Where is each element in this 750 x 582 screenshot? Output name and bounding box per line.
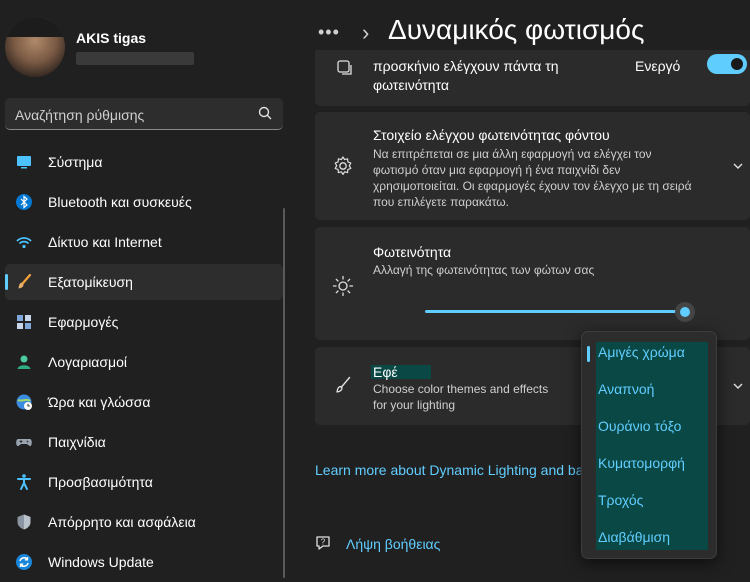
sidebar-item-label: Bluetooth και συσκευές: [48, 194, 192, 210]
more-breadcrumb[interactable]: •••: [318, 22, 340, 43]
dropdown-highlight: [596, 342, 708, 550]
layers-icon: [337, 60, 352, 75]
brightness-desc: Αλλαγή της φωτεινότητας των φώτων σας: [373, 263, 595, 277]
sidebar-item-label: Παιχνίδια: [48, 434, 106, 450]
help-icon: ?: [316, 536, 330, 550]
background-control-desc-1: Να επιτρέπεται σε μια άλλη εφαρμογή να ε…: [373, 147, 652, 161]
brightness-slider[interactable]: [425, 302, 695, 322]
sidebar-item-9[interactable]: Προσβασιμότητα: [5, 464, 283, 500]
brush-icon: [18, 273, 32, 289]
brightness-card: Φωτεινότητα Αλλαγή της φωτεινότητας των …: [315, 227, 750, 340]
selected-indicator: [587, 346, 590, 362]
brightness-slider-track: [425, 310, 691, 313]
dropdown-option[interactable]: Αναπνοή: [598, 381, 654, 397]
breadcrumb-chevron-icon: ›: [362, 20, 370, 45]
sidebar-item-4[interactable]: Εξατομίκευση: [5, 264, 283, 300]
background-control-card[interactable]: Στοιχείο ελέγχου φωτεινότητας φόντου Να …: [315, 112, 750, 220]
sidebar-item-label: Λογαριασμοί: [48, 354, 128, 370]
background-control-desc-3: χρησιμοποιείται. Οι εφαρμογές έχουν τον …: [373, 179, 692, 193]
learn-more-link[interactable]: Learn more about Dynamic Lighting and ba: [315, 462, 584, 478]
sidebar-item-11[interactable]: Windows Update: [5, 544, 283, 580]
sidebar-item-8[interactable]: Παιχνίδια: [5, 424, 283, 460]
sidebar-item-3[interactable]: Δίκτυο και Internet: [5, 224, 283, 260]
gamepad-icon: [16, 439, 32, 447]
person-icon: [17, 355, 31, 369]
effects-dropdown[interactable]: Αμιγές χρώμα Αναπνοή Ουράνιο τόξο Κυματομορ…: [581, 331, 717, 559]
sidebar-item-label: Απόρρητο και ασφάλεια: [48, 514, 196, 530]
dropdown-option[interactable]: Αμιγές χρώμα: [598, 344, 685, 360]
globe-clock-icon: [16, 394, 32, 410]
dropdown-option[interactable]: Διαβάθμιση: [598, 529, 670, 545]
sidebar-item-1[interactable]: Σύστημα: [5, 144, 283, 180]
wifi-icon: [16, 237, 32, 249]
search-box[interactable]: Αναζήτηση ρύθμισης: [5, 98, 283, 130]
user-email-redacted: [76, 52, 194, 65]
sidebar-item-10[interactable]: Απόρρητο και ασφάλεια: [5, 504, 283, 540]
user-name: AKIS tigas: [76, 30, 147, 46]
page-title: Δυναμικός φωτισμός: [388, 14, 645, 45]
sidebar-item-2[interactable]: Bluetooth και συσκευές: [5, 184, 283, 220]
sidebar-item-label: Προσβασιμότητα: [48, 474, 153, 490]
foreground-line1: προσκήνιο ελέγχουν πάντα τη: [373, 58, 559, 74]
avatar[interactable]: [5, 17, 65, 77]
background-control-title: Στοιχείο ελέγχου φωτεινότητας φόντου: [373, 127, 610, 143]
effects-desc-2: for your lighting: [373, 398, 456, 412]
svg-text:?: ?: [321, 538, 326, 547]
get-help-link[interactable]: Λήψη βοήθειας: [346, 536, 440, 552]
monitor-icon: [17, 156, 31, 169]
effects-title: Εφέ: [373, 364, 398, 380]
sidebar-item-label: Εξατομίκευση: [48, 274, 133, 290]
sidebar-item-label: Εφαρμογές: [48, 314, 119, 330]
toggle-state-label: Ενεργό: [635, 58, 681, 74]
sidebar-item-label: Windows Update: [48, 554, 154, 570]
sidebar-item-label: Ώρα και γλώσσα: [48, 394, 151, 410]
dropdown-option[interactable]: Ουράνιο τόξο: [598, 418, 681, 434]
chevron-down-icon[interactable]: [732, 380, 744, 392]
brush-icon: [336, 376, 351, 393]
foreground-line2: φωτεινότητα: [373, 77, 450, 93]
dropdown-option[interactable]: Κυματομορφή: [598, 455, 685, 471]
sidebar-item-label: Σύστημα: [48, 154, 103, 170]
brightness-title: Φωτεινότητα: [373, 244, 452, 260]
sidebar-item-7[interactable]: Ώρα και γλώσσα: [5, 384, 283, 420]
sidebar-item-6[interactable]: Λογαριασμοί: [5, 344, 283, 380]
active-indicator: [5, 274, 8, 290]
background-control-desc-4: που επιλέγετε παρακάτω.: [373, 195, 509, 209]
foreground-control-card: προσκήνιο ελέγχουν πάντα τη φωτεινότητα …: [315, 50, 750, 106]
search-input[interactable]: Αναζήτηση ρύθμισης: [15, 107, 144, 123]
bluetooth-icon: [16, 194, 32, 210]
foreground-toggle[interactable]: [707, 54, 747, 74]
sidebar-item-label: Δίκτυο και Internet: [48, 234, 162, 250]
chevron-down-icon[interactable]: [732, 160, 744, 172]
sidebar-item-5[interactable]: Εφαρμογές: [5, 304, 283, 340]
effects-desc-1: Choose color themes and effects: [373, 382, 549, 396]
background-control-desc-2: φωτισμό όταν μια εφαρμογή ή ένα παιχνίδι…: [373, 163, 621, 177]
brightness-sun-icon: [332, 275, 354, 297]
apps-icon: [17, 315, 31, 329]
shield-icon: [17, 514, 31, 530]
dropdown-option[interactable]: Τροχός: [598, 492, 643, 508]
brightness-slider-thumb[interactable]: [675, 302, 695, 322]
accessibility-icon: [17, 474, 31, 490]
sidebar-scrollbar[interactable]: [283, 208, 285, 578]
search-icon[interactable]: [257, 105, 273, 121]
gear-icon: [334, 156, 352, 175]
update-icon: [16, 554, 32, 570]
